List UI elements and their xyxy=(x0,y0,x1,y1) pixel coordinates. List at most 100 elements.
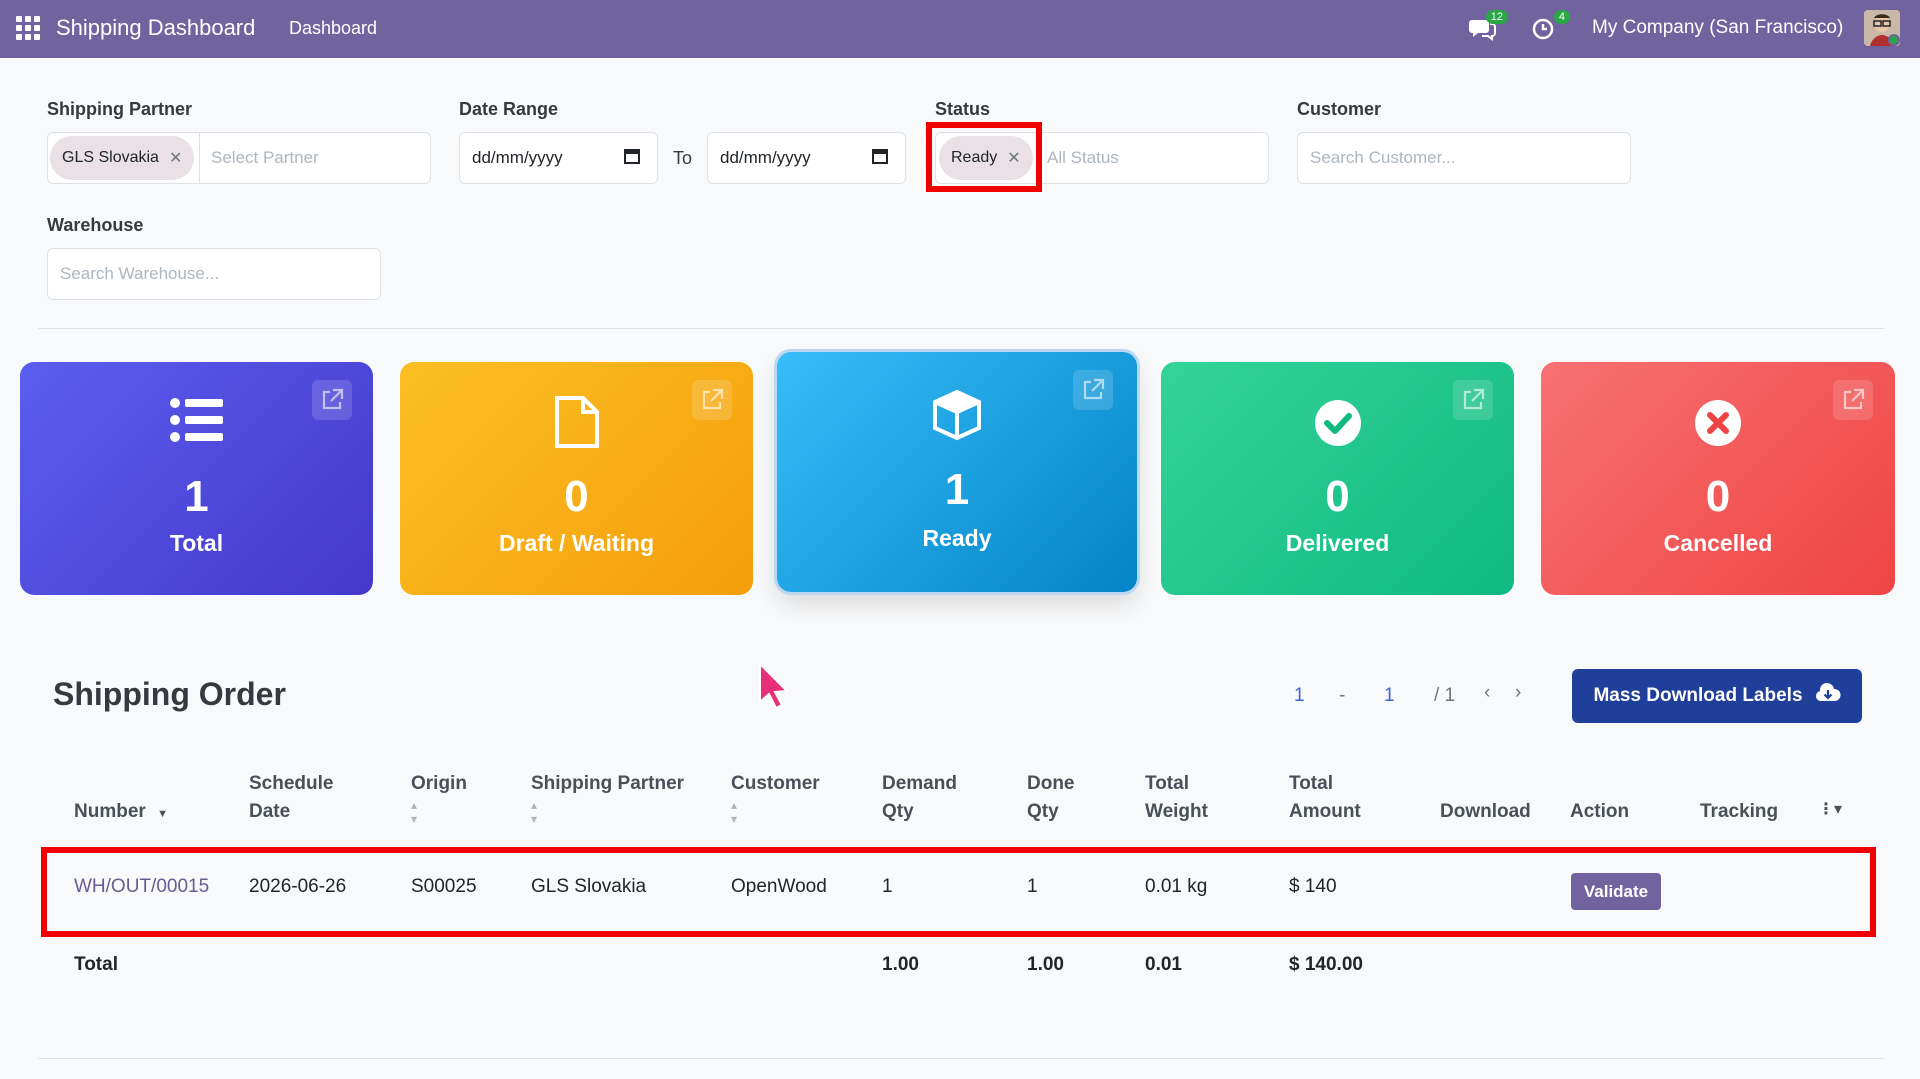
sort-icon: ▴ ▾ xyxy=(411,798,418,826)
customer-label: Customer xyxy=(1297,99,1382,119)
external-link-icon[interactable] xyxy=(1453,380,1493,420)
total-label: Total xyxy=(169,530,224,556)
apps-menu-icon[interactable] xyxy=(16,16,40,40)
messages-badge: 12 xyxy=(1485,10,1508,24)
partner-field-divider xyxy=(199,132,200,184)
external-link-icon[interactable] xyxy=(692,380,732,420)
col-total-amount[interactable]: Total Amount xyxy=(1289,770,1361,826)
ready-label: Ready xyxy=(922,525,992,551)
delivered-count: 0 xyxy=(1325,472,1350,521)
col-partner-label: Shipping Partner xyxy=(531,773,685,794)
sort-icon: ▴ ▾ xyxy=(531,798,538,826)
draft-waiting-card[interactable]: 0 Draft / Waiting xyxy=(400,362,753,595)
totals-amount: $ 140.00 xyxy=(1289,954,1363,975)
mass-download-labels-button[interactable]: Mass Download Labels xyxy=(1572,669,1862,723)
col-number-label: Number xyxy=(74,801,146,822)
col-demand-label-2: Qty xyxy=(882,801,914,822)
nav-dashboard[interactable]: Dashboard xyxy=(289,18,377,39)
status-highlight-box xyxy=(926,122,1042,192)
cancelled-card[interactable]: 0 Cancelled xyxy=(1541,362,1895,595)
delivered-card[interactable]: 0 Delivered xyxy=(1161,362,1514,595)
check-circle-icon xyxy=(1314,399,1362,452)
external-link-icon[interactable] xyxy=(1833,380,1873,420)
box-icon xyxy=(931,389,983,446)
warehouse-placeholder: Search Warehouse... xyxy=(60,264,220,283)
customer-placeholder: Search Customer... xyxy=(1310,148,1456,167)
cancelled-label: Cancelled xyxy=(1663,530,1773,556)
external-link-icon[interactable] xyxy=(312,380,352,420)
status-placeholder[interactable]: All Status xyxy=(1047,148,1119,168)
col-action[interactable]: Action xyxy=(1570,798,1629,826)
totals-label: Total xyxy=(74,954,118,975)
activities-clock-icon[interactable]: 4 xyxy=(1530,10,1570,44)
ready-count: 1 xyxy=(944,465,970,514)
partner-tag-remove-icon[interactable]: ✕ xyxy=(169,148,182,168)
date-to-value: dd/mm/yyyy xyxy=(720,148,811,167)
col-schedule-label-1: Schedule xyxy=(249,773,334,794)
totals-demand: 1.00 xyxy=(882,954,919,975)
optional-columns-icon[interactable]: ⋮▾ xyxy=(1818,796,1842,824)
col-tracking[interactable]: Tracking xyxy=(1700,798,1778,826)
table-bottom-divider xyxy=(38,1058,1884,1059)
totals-weight: 0.01 xyxy=(1145,954,1182,975)
draft-count: 0 xyxy=(564,472,589,521)
online-status-dot xyxy=(1888,34,1900,46)
top-navbar: Shipping Dashboard Dashboard 12 4 My Com… xyxy=(0,0,1920,58)
partner-select-placeholder[interactable]: Select Partner xyxy=(211,148,319,168)
col-schedule-date[interactable]: Schedule Date xyxy=(249,770,333,826)
date-to-input[interactable]: dd/mm/yyyy xyxy=(707,132,906,184)
section-title: Shipping Order xyxy=(53,676,286,712)
messages-icon[interactable]: 12 xyxy=(1468,10,1508,44)
col-customer-label: Customer xyxy=(731,773,820,794)
col-weight-label-1: Total xyxy=(1145,773,1189,794)
col-demand-qty[interactable]: Demand Qty xyxy=(882,770,957,826)
calendar-icon[interactable] xyxy=(623,147,641,170)
date-from-input[interactable]: dd/mm/yyyy xyxy=(459,132,658,184)
pager-total: / 1 xyxy=(1434,685,1456,706)
external-link-icon[interactable] xyxy=(1073,370,1113,410)
col-done-label-2: Qty xyxy=(1027,801,1059,822)
col-download[interactable]: Download xyxy=(1440,798,1531,826)
cancelled-count: 0 xyxy=(1705,472,1731,521)
col-done-label-1: Done xyxy=(1027,773,1075,794)
customer-search-input[interactable]: Search Customer... xyxy=(1297,132,1631,184)
company-switcher[interactable]: My Company (San Francisco) xyxy=(1592,17,1843,39)
col-number[interactable]: Number ▼ xyxy=(74,798,168,828)
partner-tag: GLS Slovakia ✕ xyxy=(50,136,195,180)
total-card[interactable]: 1 Total xyxy=(20,362,373,595)
mass-download-label: Mass Download Labels xyxy=(1593,685,1803,706)
partner-tag-label: GLS Slovakia xyxy=(62,149,159,166)
pager-start[interactable]: 1 xyxy=(1294,685,1305,707)
total-count: 1 xyxy=(184,472,209,521)
col-weight-label-2: Weight xyxy=(1145,801,1208,822)
col-demand-label-1: Demand xyxy=(882,773,957,794)
mouse-cursor-icon xyxy=(757,661,791,715)
ready-card[interactable]: 1 Ready xyxy=(777,352,1137,592)
col-schedule-label-2: Date xyxy=(249,801,291,822)
warehouse-search-input[interactable]: Search Warehouse... xyxy=(47,248,381,300)
sort-icon: ▴ ▾ xyxy=(731,798,738,826)
filter-divider xyxy=(38,328,1884,329)
status-label: Status xyxy=(935,99,991,119)
col-customer[interactable]: Customer ▴ ▾ xyxy=(731,770,820,826)
cloud-download-icon xyxy=(1815,682,1841,710)
totals-done: 1.00 xyxy=(1027,954,1064,975)
col-done-qty[interactable]: Done Qty xyxy=(1027,770,1075,826)
sort-desc-icon: ▼ xyxy=(157,808,168,820)
pager-dash: - xyxy=(1339,685,1346,706)
calendar-icon[interactable] xyxy=(871,147,889,170)
shipping-partner-label: Shipping Partner xyxy=(47,99,193,119)
app-title[interactable]: Shipping Dashboard xyxy=(56,15,255,41)
pager-prev-icon[interactable]: ‹ xyxy=(1484,682,1490,704)
col-origin[interactable]: Origin ▴ ▾ xyxy=(411,770,467,826)
row-highlight-box xyxy=(41,847,1876,937)
pager-next-icon[interactable]: › xyxy=(1515,682,1521,704)
activities-badge: 4 xyxy=(1553,10,1570,24)
col-origin-label: Origin xyxy=(411,773,467,794)
col-total-weight[interactable]: Total Weight xyxy=(1145,770,1208,826)
x-circle-icon xyxy=(1694,399,1742,452)
draft-label: Draft / Waiting xyxy=(498,530,655,556)
pager-end[interactable]: 1 xyxy=(1384,685,1395,707)
col-shipping-partner[interactable]: Shipping Partner ▴ ▾ xyxy=(531,770,684,826)
file-icon xyxy=(554,395,600,454)
